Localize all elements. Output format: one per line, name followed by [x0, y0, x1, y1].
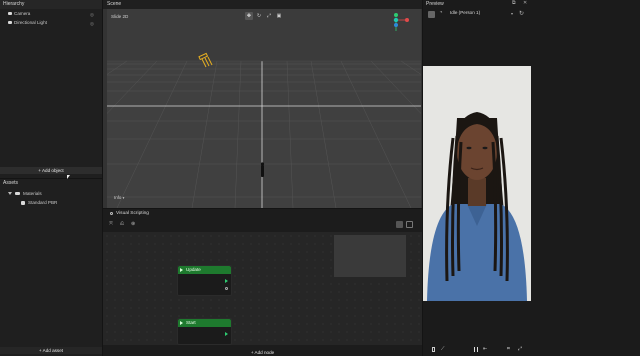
move-tool-icon[interactable]: ✥ — [245, 12, 253, 20]
folder-icon — [8, 21, 12, 24]
pause-icon[interactable] — [474, 347, 478, 352]
expand-icon[interactable]: ⤢ — [518, 346, 522, 352]
undo-icon[interactable]: ⎌ — [120, 221, 127, 228]
close-icon[interactable]: ✕ — [523, 0, 527, 6]
assets-folder-label: Materials — [23, 191, 42, 196]
visibility-icon[interactable]: ◎ — [90, 11, 94, 18]
hierarchy-item-label: Camera — [14, 11, 31, 16]
exec-out-port[interactable] — [225, 279, 228, 283]
hierarchy-item-label: Directional Light — [14, 20, 47, 25]
layers-icon[interactable] — [428, 11, 435, 18]
play-icon — [180, 268, 183, 272]
chevron-down-icon: ▾ — [510, 11, 513, 16]
step-back-icon[interactable]: ⇤ — [483, 346, 487, 352]
preview-panel: Preview ⧉ ✕ ◔ Idle (Person 1) ▾ ↻ ⟋ ⇤ ⌗ … — [423, 0, 640, 356]
update-node[interactable]: Update — [177, 265, 232, 296]
scene-info[interactable]: Info ▾ — [114, 195, 124, 200]
scale-tool-icon[interactable]: ⤢ — [265, 12, 273, 20]
data-out-port[interactable] — [225, 287, 228, 290]
visibility-icon[interactable]: ◎ — [90, 20, 94, 27]
hierarchy-item-directional-light[interactable]: Directional Light ◎ — [0, 19, 102, 26]
scene-mode-label[interactable]: Slide 2D — [111, 14, 128, 19]
scene-panel: Scene Slide 2D ✥ ↻ ⤢ ▣ Info ▾ — [103, 0, 422, 208]
hierarchy-panel: Hierarchy Camera ◎ Directional Light ◎ +… — [0, 0, 102, 179]
graph-icon — [110, 212, 113, 215]
visual-scripting-header: Visual Scripting — [103, 209, 422, 219]
scene-toolbar: ✥ ↻ ⤢ ▣ — [245, 12, 283, 20]
chevron-down-icon — [8, 192, 12, 195]
avatar-preview — [423, 66, 531, 301]
chevron-down-icon: ▾ — [122, 196, 125, 200]
scene-info-label: Info — [114, 195, 122, 200]
scene-title: Scene — [103, 0, 422, 9]
animation-select-value: Idle (Person 1) — [450, 10, 481, 15]
rotate-tool-icon[interactable]: ↻ — [255, 12, 263, 20]
code-icon[interactable]: ⊛ — [131, 221, 138, 228]
hierarchy-title: Hierarchy — [0, 0, 102, 9]
animation-select[interactable]: Idle (Person 1) ▾ — [450, 10, 515, 18]
assets-title: Assets — [0, 179, 102, 188]
material-icon — [21, 201, 25, 205]
visual-scripting-toolbar: ⤧ ⎌ ⊛ — [109, 221, 138, 228]
minimap[interactable] — [334, 235, 406, 277]
preview-title: Preview — [426, 1, 444, 7]
view-toggle-graph-icon[interactable] — [396, 221, 403, 228]
play-icon — [180, 321, 183, 325]
visual-scripting-panel: Visual Scripting ⤧ ⎌ ⊛ Update Start + Ad… — [103, 209, 422, 356]
add-asset-button[interactable]: + Add asset — [0, 347, 102, 354]
preview-toolbar: ◔ Idle (Person 1) ▾ ↻ — [428, 10, 528, 19]
node-label: Start — [186, 320, 196, 325]
hierarchy-item-camera[interactable]: Camera ◎ — [0, 10, 102, 17]
crop-icon[interactable]: ⌗ — [507, 346, 510, 352]
add-object-button[interactable]: + Add object — [0, 167, 102, 174]
assets-file-standard-pbr[interactable]: Standard PBR — [0, 199, 102, 206]
refresh-icon[interactable]: ↻ — [519, 10, 524, 17]
start-node[interactable]: Start — [177, 318, 232, 345]
assets-file-label: Standard PBR — [28, 200, 58, 205]
assets-folder-materials[interactable]: Materials — [0, 190, 102, 197]
trash-icon[interactable] — [432, 347, 435, 352]
node-label: Update — [186, 267, 201, 272]
cube-tool-icon[interactable]: ▣ — [275, 12, 283, 20]
scene-viewport[interactable]: Slide 2D ✥ ↻ ⤢ ▣ Info ▾ — [107, 9, 421, 208]
visual-scripting-title: Visual Scripting — [116, 211, 149, 216]
graph-canvas[interactable]: Update Start — [103, 232, 422, 345]
history-icon[interactable]: ◔ — [439, 10, 443, 16]
expand-icon[interactable]: ⤧ — [109, 221, 116, 228]
wand-icon[interactable]: ⟋ — [441, 346, 445, 352]
playback-controls: ⟋ ⇤ ⌗ ⤢ — [423, 346, 531, 354]
exec-out-port[interactable] — [225, 332, 228, 336]
avatar-figure — [427, 112, 527, 301]
folder-icon — [15, 192, 20, 195]
add-node-button[interactable]: + Add node — [103, 349, 422, 356]
folder-icon — [8, 12, 12, 15]
assets-panel: Assets Materials Standard PBR + Add asse… — [0, 179, 102, 356]
popout-icon[interactable]: ⧉ — [512, 0, 516, 6]
scene-grid — [107, 9, 421, 208]
view-toggle-code-icon[interactable] — [406, 221, 413, 228]
